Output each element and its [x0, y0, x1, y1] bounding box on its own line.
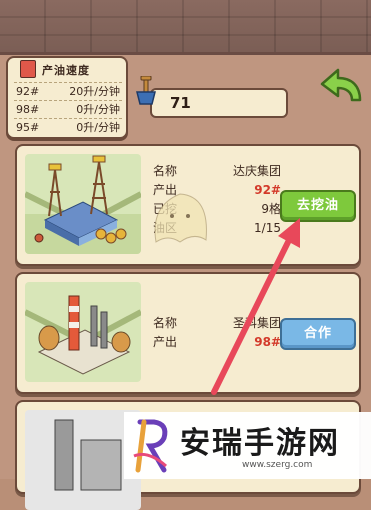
site-watermark: 安瑞手游网 www.szerg.com [124, 412, 371, 479]
tutorial-arrow-icon [211, 218, 300, 395]
watermark-title: 安瑞手游网 [180, 426, 340, 461]
site-logo-icon [133, 419, 168, 473]
watermark-url: www.szerg.com [242, 460, 313, 470]
